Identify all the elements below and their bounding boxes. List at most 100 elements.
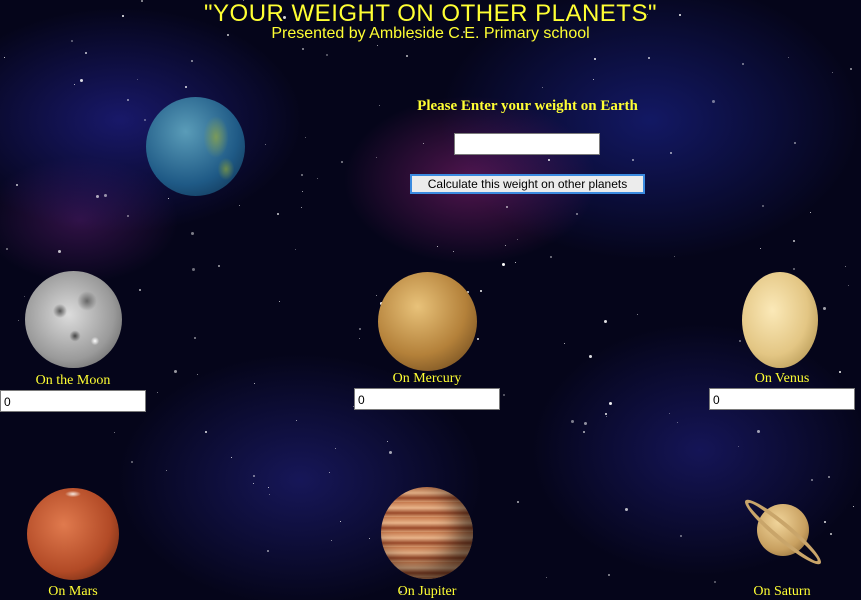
star [830, 533, 832, 535]
star [279, 301, 280, 302]
star [542, 87, 543, 88]
star [18, 320, 19, 321]
star [515, 262, 516, 263]
star [550, 256, 552, 258]
star [571, 420, 574, 423]
mercury-weight-field[interactable]: 0 [354, 388, 500, 410]
star [503, 394, 505, 396]
calculate-button[interactable]: Calculate this weight on other planets [410, 174, 645, 194]
star [564, 343, 565, 344]
star [326, 54, 328, 56]
star [437, 246, 438, 247]
star [194, 337, 196, 339]
star [423, 143, 424, 144]
star [139, 289, 141, 291]
star [517, 501, 519, 503]
star [114, 432, 115, 433]
star [254, 383, 255, 384]
star [267, 550, 269, 552]
star [593, 79, 594, 80]
star [576, 213, 578, 215]
star [174, 370, 177, 373]
star [584, 422, 587, 425]
star [637, 314, 638, 315]
star [231, 457, 232, 458]
star [191, 232, 194, 235]
star [680, 535, 682, 537]
star [794, 142, 796, 144]
star [85, 52, 87, 54]
star [760, 248, 761, 249]
star [625, 508, 628, 511]
star [296, 420, 297, 421]
star [594, 58, 596, 60]
page-subtitle: Presented by Ambleside C.E. Primary scho… [271, 25, 590, 42]
star [335, 448, 336, 449]
moon-weight-field[interactable]: 0 [0, 390, 146, 412]
star [505, 245, 506, 246]
star [16, 184, 18, 186]
star [96, 195, 99, 198]
star [604, 320, 607, 323]
star [168, 198, 169, 199]
star [329, 472, 330, 473]
saturn-label: On Saturn [753, 584, 811, 599]
star [757, 430, 760, 433]
star [828, 476, 830, 478]
star [742, 63, 744, 65]
star [506, 206, 508, 208]
star [218, 265, 220, 267]
star [340, 521, 341, 522]
star [24, 296, 25, 297]
star [253, 483, 254, 484]
earth-weight-input[interactable] [454, 133, 600, 155]
star [453, 251, 454, 252]
star [810, 212, 811, 213]
star [205, 431, 207, 433]
mars-image [27, 488, 119, 580]
star [331, 540, 332, 541]
star [608, 574, 610, 576]
star [387, 441, 388, 442]
star [832, 72, 833, 73]
star [517, 239, 518, 240]
star [131, 461, 133, 463]
star [648, 57, 650, 59]
jupiter-image [381, 487, 473, 579]
star [477, 338, 479, 340]
star [480, 290, 482, 292]
star [74, 84, 75, 85]
star [369, 538, 370, 539]
star [376, 157, 377, 158]
star [793, 240, 795, 242]
star [253, 475, 255, 477]
star [305, 137, 306, 138]
star [739, 340, 741, 342]
star [788, 57, 789, 58]
star [377, 45, 378, 46]
mercury-label: On Mercury [392, 371, 462, 386]
star [632, 159, 634, 161]
star [669, 413, 670, 414]
star [301, 207, 302, 208]
star [670, 152, 672, 154]
star [317, 178, 318, 179]
mercury-image [378, 272, 477, 371]
star [811, 479, 813, 481]
star [502, 263, 505, 266]
mars-label: On Mars [48, 584, 98, 599]
star [301, 174, 303, 176]
star [376, 295, 377, 296]
star [341, 161, 343, 163]
star [302, 191, 303, 192]
star [674, 256, 675, 257]
venus-weight-field[interactable]: 0 [709, 388, 855, 410]
jupiter-label: On Jupiter [397, 584, 457, 599]
star [239, 205, 240, 206]
star [845, 266, 846, 267]
star [295, 249, 296, 250]
star [144, 119, 146, 121]
star [850, 68, 852, 70]
saturn-image [738, 485, 828, 577]
star [359, 338, 360, 339]
